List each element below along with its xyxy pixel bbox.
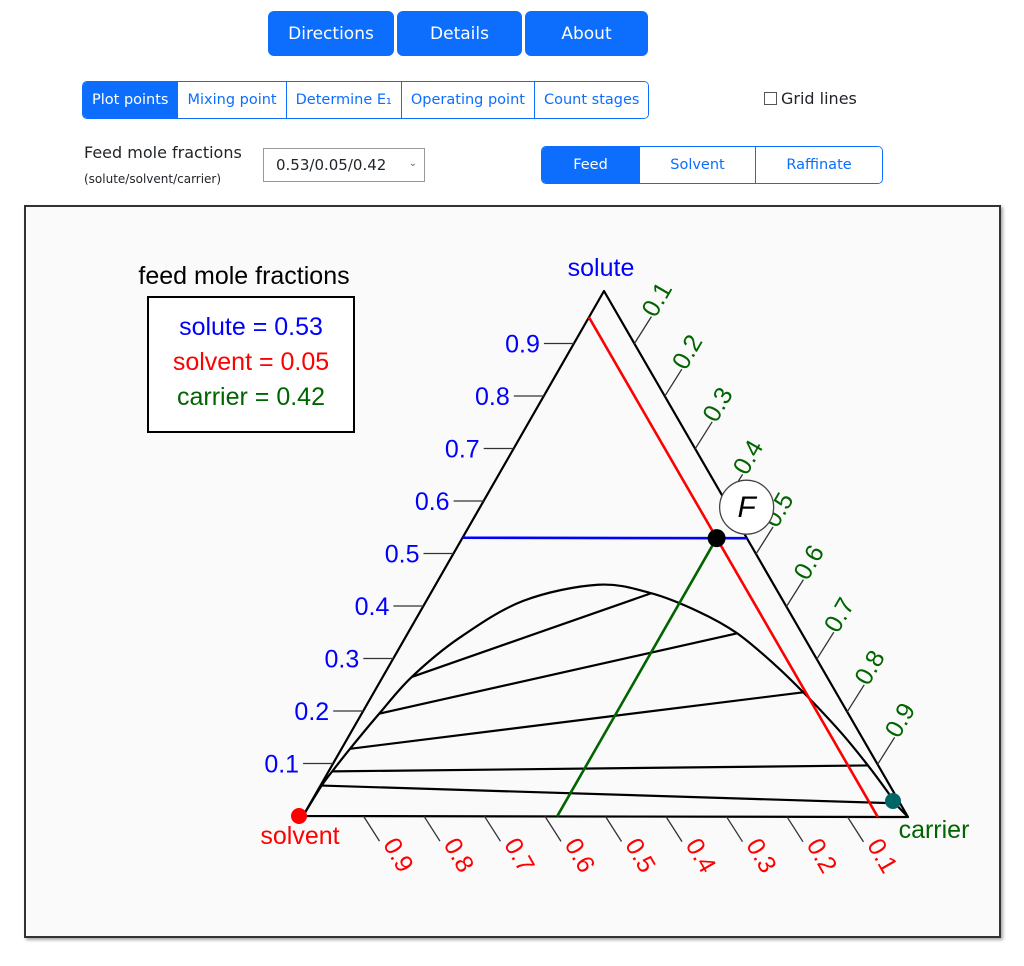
solute-tick-label: 0.1: [264, 751, 299, 779]
carrier-tick-label: 0.1: [636, 277, 678, 321]
solvent-tick-label: 0.3: [740, 834, 782, 878]
feed-point: [707, 529, 726, 548]
legend-solvent: solvent = 0.05: [173, 348, 329, 376]
solvent-tick-label: 0.8: [438, 833, 480, 877]
solvent-tick: [846, 816, 865, 843]
solvent-tick: [725, 816, 744, 843]
vertex-label-solvent: solvent: [260, 822, 339, 850]
carrier-tick-label: 0.9: [880, 698, 922, 742]
carrier-tick: [816, 631, 835, 660]
solute-tick-label: 0.2: [294, 698, 329, 726]
solvent-tick: [544, 816, 562, 842]
feed-marker-label: F: [737, 491, 757, 524]
tie-line: [411, 592, 652, 678]
carrier-tick-label: 0.8: [849, 646, 891, 690]
carrier-tick: [785, 579, 804, 607]
carrier-tick-label: 0.4: [728, 435, 770, 479]
tie-line: [332, 764, 868, 773]
solvent-tick-label: 0.5: [619, 834, 661, 878]
solvent-tick: [665, 816, 683, 842]
solvent-tick-label: 0.7: [498, 833, 540, 877]
solute-tick-label: 0.3: [325, 646, 360, 674]
solvent-tick: [483, 815, 502, 842]
solvent-tick-label: 0.1: [861, 834, 903, 878]
carrier-tick-label: 0.2: [667, 330, 709, 374]
solvent-tick-label: 0.9: [377, 833, 419, 877]
solvent-tick: [604, 816, 623, 842]
solute-tick-label: 0.8: [475, 383, 510, 411]
carrier-tick-label: 0.3: [697, 383, 739, 427]
carrier-tick: [633, 316, 652, 344]
legend-carrier: carrier = 0.42: [177, 383, 325, 411]
solute-tick-label: 0.4: [355, 593, 390, 621]
binodal-curve: [302, 583, 909, 818]
tie-line: [378, 632, 738, 715]
solvent-tick-label: 0.6: [559, 833, 601, 877]
carrier-tick-label: 0.7: [819, 593, 861, 637]
solute-tick-label: 0.6: [415, 488, 450, 516]
solvent-tick-label: 0.4: [680, 834, 722, 878]
solute-tick-label: 0.5: [385, 541, 420, 569]
carrier-tick-label: 0.6: [788, 540, 830, 584]
legend-title: feed mole fractions: [138, 262, 349, 290]
carrier-tick: [877, 737, 896, 765]
vertex-label-carrier: carrier: [899, 816, 970, 844]
carrier-tick: [846, 684, 865, 713]
ternary-plot[interactable]: feed mole fractions solute = 0.53 solven…: [0, 0, 1024, 966]
solvent-tick-label: 0.2: [801, 834, 843, 878]
solvent-tick: [786, 816, 804, 843]
legend-solute: solute = 0.53: [179, 313, 323, 341]
carrier-point: [885, 793, 901, 809]
solute-tick-label: 0.9: [505, 331, 540, 359]
solvent-tick: [362, 815, 381, 842]
solute-tick-label: 0.7: [445, 436, 480, 464]
tie-line: [321, 784, 896, 805]
carrier-tick: [664, 368, 683, 397]
vertex-label-solute: solute: [568, 254, 635, 282]
solvent-tick: [423, 815, 441, 842]
solvent-line: [587, 316, 879, 818]
legend: feed mole fractions solute = 0.53 solven…: [138, 262, 355, 433]
tie-line: [349, 691, 804, 750]
carrier-tick: [694, 421, 713, 450]
carrier-line: [555, 529, 723, 818]
